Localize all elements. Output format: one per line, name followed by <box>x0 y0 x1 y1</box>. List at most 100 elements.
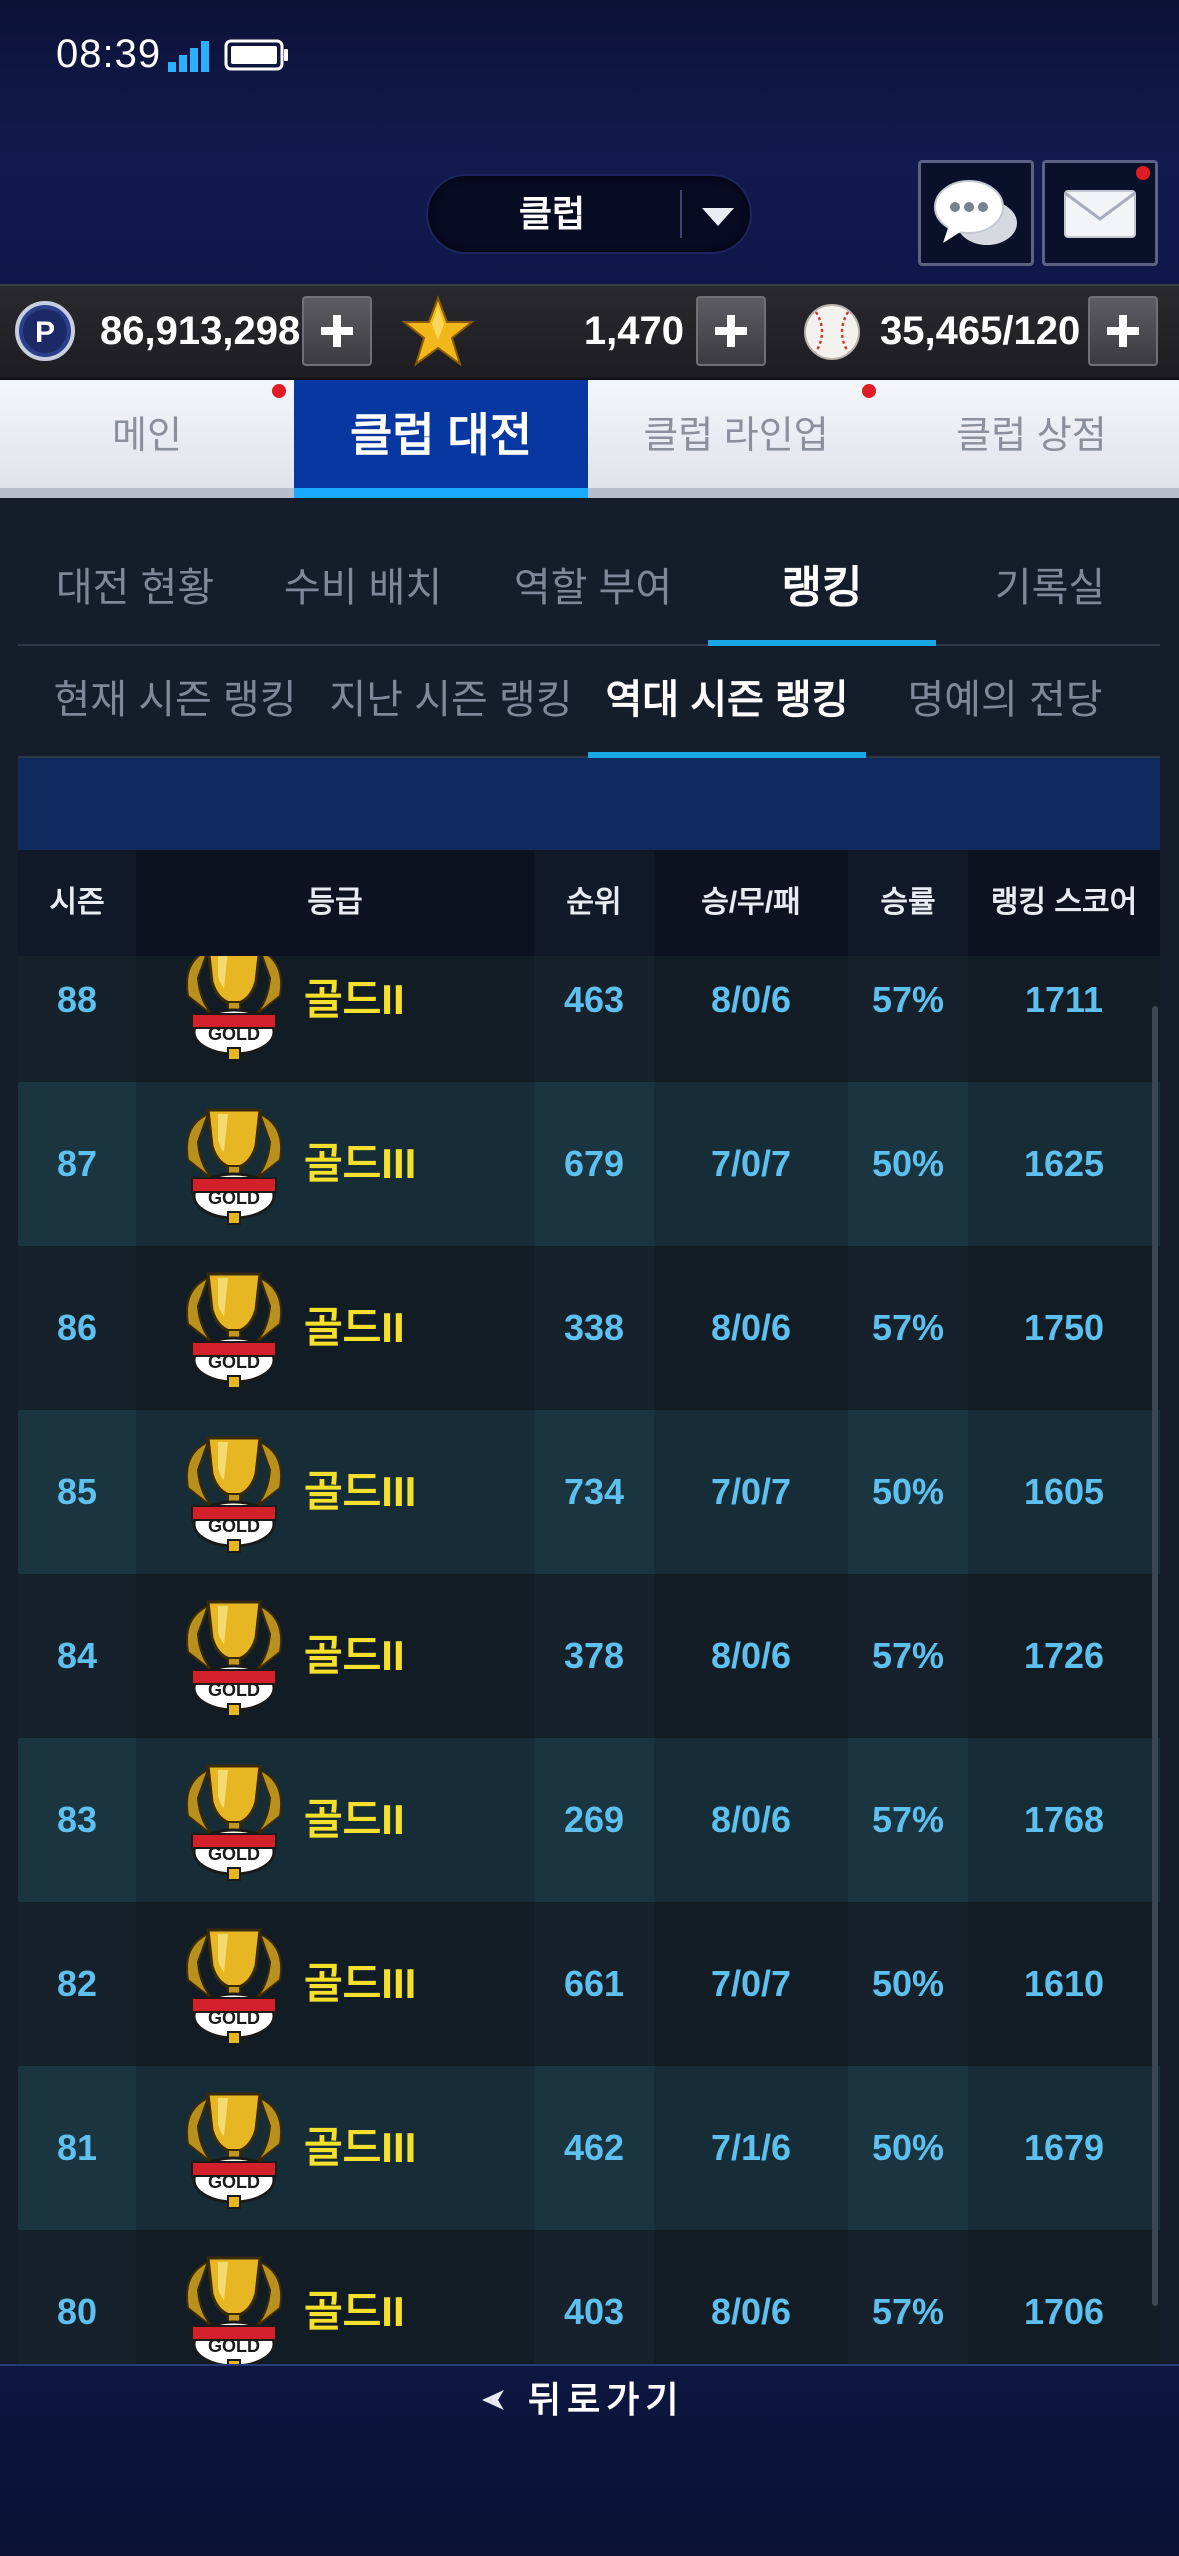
cell-season: 80 <box>56 2291 98 2332</box>
table-scrollbar[interactable] <box>1152 1006 1158 2306</box>
tier-label: 골드II <box>304 2288 405 2335</box>
column-header-score: 랭킹 스코어 <box>968 850 1160 956</box>
chevron-down-icon <box>702 208 734 226</box>
svg-text:GOLD: GOLD <box>208 1844 260 1864</box>
back-label: 뒤로가기 <box>528 2379 685 2420</box>
chat-button[interactable] <box>918 160 1034 266</box>
cell-score: 1726 <box>968 1574 1160 1738</box>
tab-club-battle[interactable]: 클럽 대전 <box>294 380 588 498</box>
tab-club-lineup[interactable]: 클럽 라인업 <box>588 380 884 498</box>
cell-rank: 679 <box>563 1143 625 1184</box>
ranking-tab-current[interactable]: 현재 시즌 랭킹 <box>44 660 306 740</box>
cell-season: 85 <box>56 1471 98 1512</box>
subtab-records[interactable]: 기록실 <box>960 548 1140 628</box>
cell-record: 8/0/6 <box>654 1738 848 1902</box>
cell-win-rate: 50% <box>871 1471 945 1512</box>
cell-win-rate: 50% <box>871 1143 945 1184</box>
subtab-battle-status[interactable]: 대전 현황 <box>40 548 230 628</box>
tier-label: 골드II <box>304 1304 405 1351</box>
tier-label: 골드III <box>304 1468 417 1515</box>
cell-score: 1711 <box>968 956 1160 1082</box>
subtab-ranking[interactable]: 랭킹 <box>708 548 936 628</box>
cell-win-rate: 57% <box>871 2291 945 2332</box>
table-row[interactable]: 84 378 8/0/6 57% 1726 GOLD 골드II <box>18 1574 1160 1738</box>
cell-season: 86 <box>56 1307 98 1348</box>
battery-icon <box>224 39 288 71</box>
svg-text:GOLD: GOLD <box>208 1516 260 1536</box>
p-coin-icon: P <box>15 301 75 361</box>
cell-record: 8/0/6 <box>654 2230 848 2364</box>
subtab-roles[interactable]: 역할 부여 <box>498 548 688 628</box>
tab-club-shop[interactable]: 클럽 상점 <box>884 380 1179 498</box>
add-points-button[interactable] <box>302 296 372 366</box>
tier-label: 골드III <box>304 1960 417 2007</box>
cell-record: 8/0/6 <box>654 1574 848 1738</box>
cell-rank: 338 <box>563 1307 625 1348</box>
ranking-banner <box>18 758 1160 850</box>
add-stars-button[interactable] <box>696 296 766 366</box>
gold-trophy-badge-icon: GOLD <box>186 1600 282 1717</box>
gold-trophy-badge-icon: GOLD <box>186 1764 282 1881</box>
column-header-rank: 순위 <box>566 886 622 919</box>
svg-text:GOLD: GOLD <box>208 2336 260 2356</box>
svg-text:GOLD: GOLD <box>208 1188 260 1208</box>
cell-record: 7/0/7 <box>654 1410 848 1574</box>
club-selector[interactable]: 클럽 <box>426 174 752 254</box>
cell-record: 7/1/6 <box>654 2066 848 2230</box>
tier-label: 골드III <box>304 2124 417 2171</box>
cell-season: 87 <box>56 1143 98 1184</box>
cell-rank: 463 <box>563 979 625 1020</box>
balls-amount: 35,465/120 <box>880 309 1081 353</box>
column-header-win-rate: 승률 <box>880 886 936 919</box>
tab-main[interactable]: 메인 <box>0 380 294 498</box>
cell-win-rate: 57% <box>871 1635 945 1676</box>
table-row[interactable]: 81 462 7/1/6 50% 1679 GOLD 골드III <box>18 2066 1160 2230</box>
svg-text:GOLD: GOLD <box>208 1024 260 1044</box>
back-arrow-icon <box>482 2390 504 2410</box>
tier-label: 골드II <box>304 1632 405 1679</box>
tier-label: 골드II <box>304 976 405 1023</box>
club-selector-label: 클럽 <box>518 193 586 234</box>
table-row[interactable]: 86 338 8/0/6 57% 1750 GOLD 골드II <box>18 1246 1160 1410</box>
table-row[interactable]: 80 403 8/0/6 57% 1706 GOLD 골드II <box>18 2230 1160 2364</box>
cell-record: 7/0/7 <box>654 1082 848 1246</box>
ranking-tab-last[interactable]: 지난 시즌 랭킹 <box>320 660 582 740</box>
column-header-grade: 등급 <box>136 850 534 956</box>
cell-rank: 462 <box>563 2127 625 2168</box>
cell-win-rate: 57% <box>871 1799 945 1840</box>
cell-win-rate: 50% <box>871 1963 945 2004</box>
ranking-tab-hall-of-fame[interactable]: 명예의 전당 <box>890 660 1120 740</box>
plus-icon <box>1107 315 1139 347</box>
cell-season: 81 <box>56 2127 98 2168</box>
table-row[interactable]: 82 661 7/0/7 50% 1610 GOLD 골드III <box>18 1902 1160 2066</box>
svg-text:GOLD: GOLD <box>208 1680 260 1700</box>
cell-rank: 378 <box>563 1635 625 1676</box>
signal-icon <box>168 41 209 72</box>
add-balls-button[interactable] <box>1088 296 1158 366</box>
subtab-active-indicator <box>708 640 936 646</box>
cell-win-rate: 57% <box>871 979 945 1020</box>
tier-label: 골드III <box>304 1140 417 1187</box>
cell-season: 88 <box>56 979 98 1020</box>
table-row[interactable]: 83 269 8/0/6 57% 1768 GOLD 골드II <box>18 1738 1160 1902</box>
table-row[interactable]: 85 734 7/0/7 50% 1605 GOLD 골드III <box>18 1410 1160 1574</box>
tab-main-notification-dot <box>272 384 286 398</box>
cell-record: 8/0/6 <box>654 1246 848 1410</box>
baseball-icon <box>804 304 860 360</box>
gold-trophy-badge-icon: GOLD <box>186 1436 282 1553</box>
chat-bubble-icon <box>934 180 1017 245</box>
plus-icon <box>321 315 353 347</box>
back-button[interactable]: 뒤로가기 <box>480 2370 700 2430</box>
column-header-season: 시즌 <box>49 886 105 919</box>
ranking-tab-alltime[interactable]: 역대 시즌 랭킹 <box>588 660 866 740</box>
table-row[interactable]: 87 679 7/0/7 50% 1625 GOLD 골드III <box>18 1082 1160 1246</box>
status-time: 08:39 <box>56 32 162 76</box>
gold-trophy-badge-icon: GOLD <box>186 1928 282 2045</box>
table-row[interactable]: 88 463 8/0/6 57% 1711 GOLD 골드II <box>18 956 1160 1082</box>
tab-lineup-notification-dot <box>862 384 876 398</box>
subtab-divider <box>18 644 1160 646</box>
cell-score: 1605 <box>968 1410 1160 1574</box>
cell-score: 1768 <box>968 1738 1160 1902</box>
subtab-defense[interactable]: 수비 배치 <box>268 548 458 628</box>
cell-win-rate: 57% <box>871 1307 945 1348</box>
